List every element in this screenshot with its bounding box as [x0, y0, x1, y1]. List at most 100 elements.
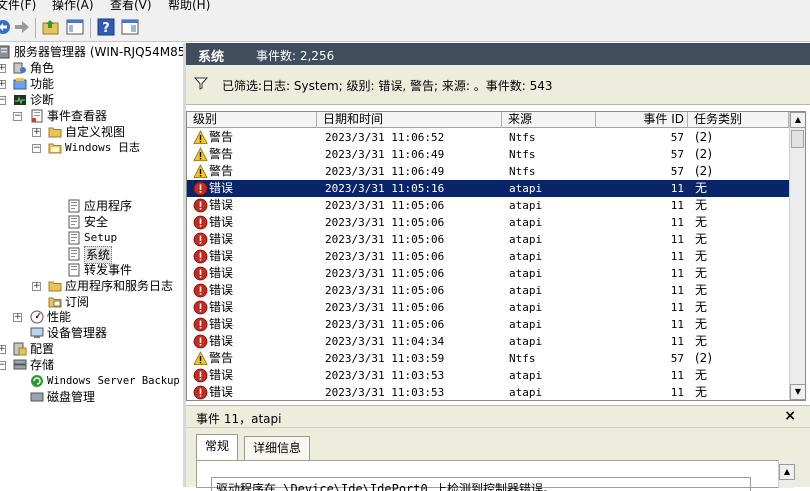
collapse-toggle[interactable]: −: [0, 96, 6, 105]
event-id-cell: 11: [670, 335, 684, 348]
details-header: 事件 11，atapi ×: [186, 406, 810, 428]
source-cell: Ntfs: [509, 352, 536, 365]
task-category-cell: (2): [695, 351, 712, 365]
error-icon: [193, 368, 208, 383]
tab-details[interactable]: 详细信息: [244, 436, 311, 460]
table-row[interactable]: 错误 2023/3/31 11:05:06 atapi 11 无: [187, 231, 789, 248]
column-header-datetime[interactable]: 日期和时间: [317, 112, 502, 128]
table-row[interactable]: 错误 2023/3/31 11:05:06 atapi 11 无: [187, 316, 789, 333]
expand-toggle[interactable]: +: [0, 345, 6, 354]
tree-label: 事件查看器: [47, 109, 108, 123]
table-row[interactable]: 错误 2023/3/31 11:05:06 atapi 11 无: [187, 197, 789, 214]
source-cell: atapi: [509, 250, 543, 263]
source-cell: atapi: [509, 233, 543, 246]
scroll-thumb[interactable]: [791, 130, 804, 148]
datetime-cell: 2023/3/31 11:05:06: [325, 267, 445, 280]
level-cell: 错误: [209, 249, 234, 263]
column-header-source[interactable]: 来源: [502, 112, 596, 128]
expand-toggle[interactable]: +: [0, 80, 6, 89]
features-icon: [13, 78, 27, 90]
table-row[interactable]: 错误 2023/3/31 11:03:53 atapi 11 无: [187, 384, 789, 400]
table-row[interactable]: 警告 2023/3/31 11:06:52 Ntfs 57 (2): [187, 129, 789, 146]
scroll-up-button[interactable]: ▲: [779, 464, 795, 480]
scroll-up-button[interactable]: ▲: [790, 112, 805, 128]
table-row[interactable]: 错误 2023/3/31 11:05:06 atapi 11 无: [187, 265, 789, 282]
navigation-tree: 服务器管理器 (WIN-RJQ54M85GL + 角色 + 功能 − 诊断 − …: [0, 43, 183, 487]
task-category-cell: 无: [695, 232, 708, 246]
source-cell: atapi: [509, 199, 543, 212]
event-id-cell: 57: [670, 148, 684, 161]
task-category-cell: 无: [695, 198, 708, 212]
level-cell: 错误: [209, 266, 234, 280]
event-id-cell: 11: [670, 386, 684, 399]
svg-text:?: ?: [102, 21, 110, 36]
table-row[interactable]: 警告 2023/3/31 11:06:49 Ntfs 57 (2): [187, 163, 789, 180]
details-scrollbar[interactable]: ▲: [778, 460, 795, 488]
filter-text: 已筛选:日志: System; 级别: 错误, 警告; 来源: 。事件数: 54…: [222, 79, 553, 93]
expand-toggle[interactable]: +: [32, 282, 41, 291]
expand-toggle[interactable]: +: [0, 64, 6, 73]
warning-icon: [193, 351, 208, 365]
filter-bar: 已筛选:日志: System; 级别: 错误, 警告; 来源: 。事件数: 54…: [186, 65, 810, 105]
table-row[interactable]: 错误 2023/3/31 11:05:06 atapi 11 无: [187, 214, 789, 231]
table-row[interactable]: 错误 2023/3/31 11:04:34 atapi 11 无: [187, 333, 789, 350]
event-id-cell: 11: [670, 250, 684, 263]
column-header-event-id[interactable]: 事件 ID: [596, 112, 688, 128]
error-icon: [193, 317, 208, 332]
table-row[interactable]: 错误 2023/3/31 11:03:53 atapi 11 无: [187, 367, 789, 384]
action-pane-icon[interactable]: [121, 18, 139, 36]
menu-help[interactable]: 帮助(H): [168, 0, 210, 12]
collapse-toggle[interactable]: −: [32, 144, 41, 153]
table-row[interactable]: 警告 2023/3/31 11:03:59 Ntfs 57 (2): [187, 350, 789, 367]
task-category-cell: 无: [695, 317, 708, 331]
collapse-toggle[interactable]: −: [0, 361, 6, 370]
toolbar-separator: [35, 18, 36, 38]
table-row[interactable]: 错误 2023/3/31 11:05:16 atapi 11 无: [187, 180, 789, 197]
folder-open-icon: [48, 143, 62, 154]
back-icon[interactable]: [0, 18, 12, 36]
tree-label: 功能: [30, 77, 55, 91]
expand-toggle[interactable]: +: [13, 313, 22, 322]
tree-node-server-manager[interactable]: 服务器管理器 (WIN-RJQ54M85GL: [0, 44, 183, 60]
table-row[interactable]: 错误 2023/3/31 11:05:06 atapi 11 无: [187, 248, 789, 265]
table-row[interactable]: 错误 2023/3/31 11:05:06 atapi 11 无: [187, 282, 789, 299]
datetime-cell: 2023/3/31 11:04:34: [325, 335, 445, 348]
collapse-toggle[interactable]: −: [13, 112, 22, 121]
tab-general[interactable]: 常规: [196, 434, 239, 460]
source-cell: atapi: [509, 216, 543, 229]
task-category-cell: 无: [695, 334, 708, 348]
up-folder-icon[interactable]: [42, 18, 60, 36]
help-icon[interactable]: ?: [97, 18, 115, 36]
show-hide-tree-icon[interactable]: [66, 18, 84, 36]
column-header-task-category[interactable]: 任务类别: [688, 112, 789, 128]
server-manager-icon: [0, 45, 10, 59]
error-icon: [193, 385, 208, 400]
tree-label: 自定义视图: [65, 125, 126, 139]
source-cell: Ntfs: [509, 165, 536, 178]
event-id-cell: 11: [670, 199, 684, 212]
table-row[interactable]: 错误 2023/3/31 11:05:06 atapi 11 无: [187, 299, 789, 316]
level-cell: 警告: [209, 147, 234, 161]
scroll-down-button[interactable]: ▼: [790, 384, 805, 400]
event-id-cell: 11: [670, 216, 684, 229]
warning-icon: [193, 164, 208, 178]
menu-file[interactable]: 文件(F): [0, 0, 36, 12]
close-icon[interactable]: ×: [784, 408, 796, 424]
level-cell: 错误: [209, 385, 234, 399]
column-header-level[interactable]: 级别: [187, 112, 317, 128]
level-cell: 错误: [209, 300, 234, 314]
task-category-cell: 无: [695, 249, 708, 263]
grid-header: 级别 日期和时间 来源 事件 ID 任务类别: [187, 112, 789, 128]
expand-toggle[interactable]: +: [32, 128, 41, 137]
source-cell: atapi: [509, 369, 543, 382]
grid-scrollbar[interactable]: ▲ ▼: [789, 112, 805, 400]
table-row[interactable]: 警告 2023/3/31 11:06:49 Ntfs 57 (2): [187, 146, 789, 163]
details-textbox[interactable]: 驱动程序在 \Device\Ide\IdePort0 上检测到控制器错误。: [211, 477, 751, 491]
forward-icon[interactable]: [13, 18, 31, 36]
menu-view[interactable]: 查看(V): [110, 0, 152, 12]
task-category-cell: 无: [695, 215, 708, 229]
menu-action[interactable]: 操作(A): [52, 0, 94, 12]
event-id-cell: 11: [670, 182, 684, 195]
task-category-cell: 无: [695, 181, 708, 195]
event-grid: 级别 日期和时间 来源 事件 ID 任务类别 警告 2023/3/31 11:06…: [186, 111, 806, 401]
